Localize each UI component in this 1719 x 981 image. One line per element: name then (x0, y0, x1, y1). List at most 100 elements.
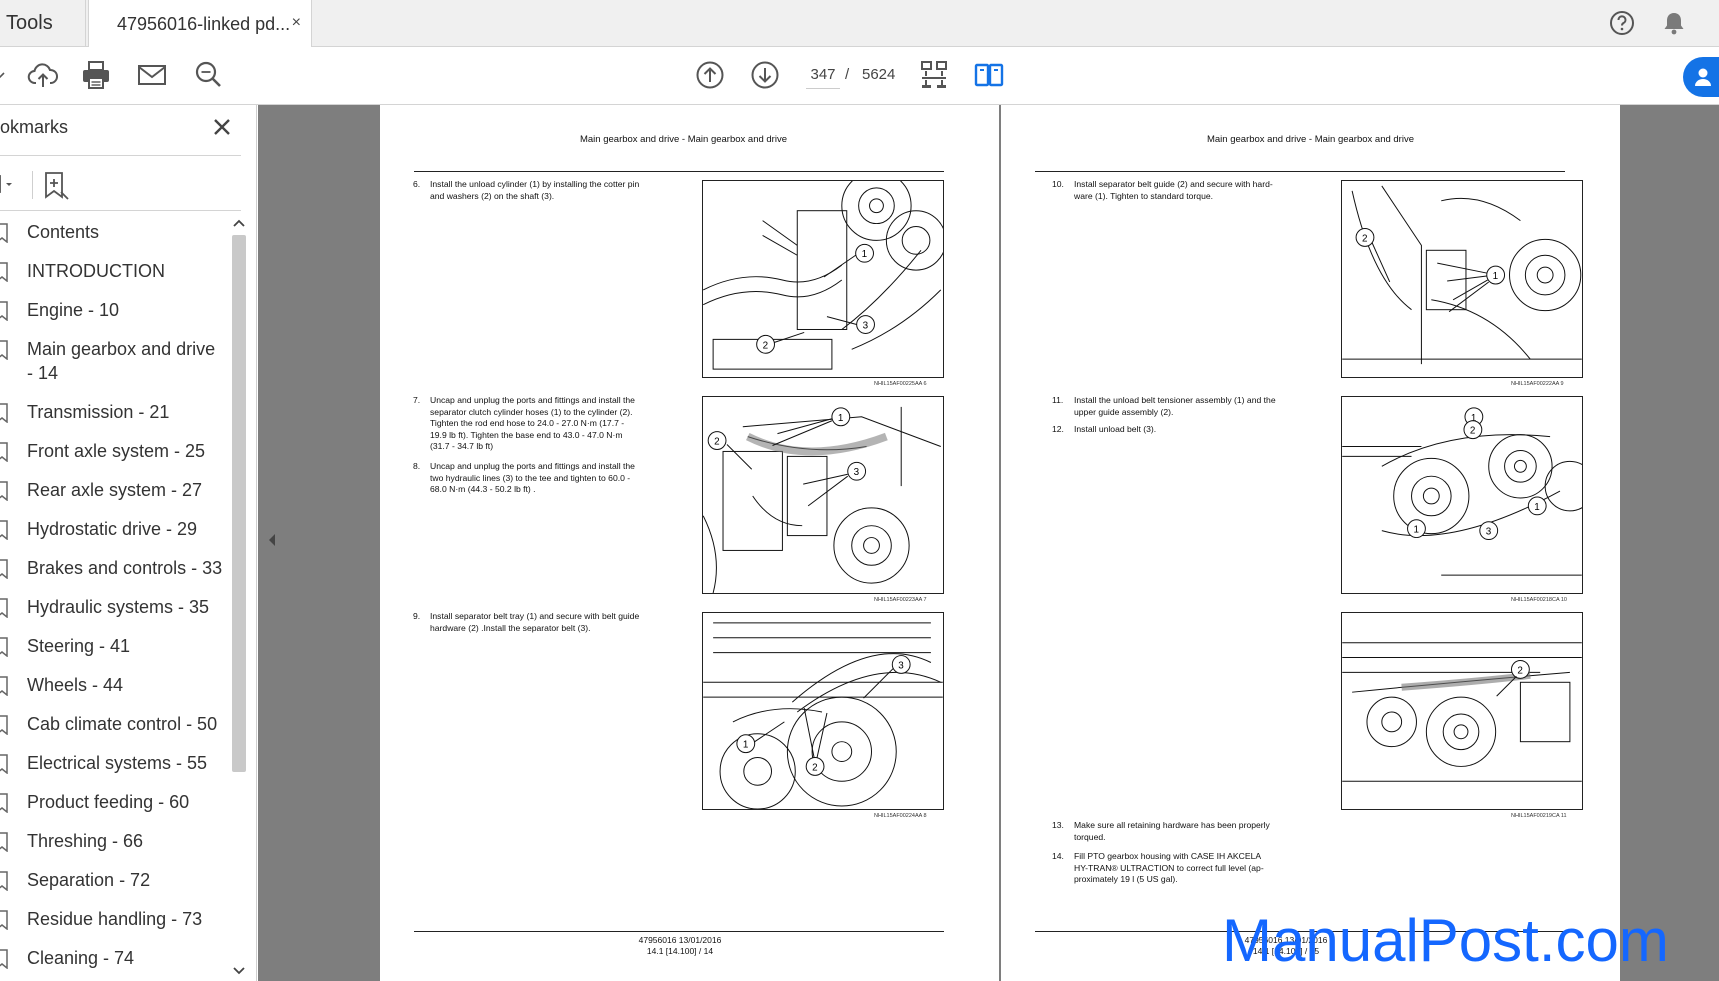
bookmark-label: Main gearbox and drive - 14 (27, 339, 216, 383)
bookmark-label: Cab climate control - 50 (27, 714, 218, 734)
bookmark-label: Brakes and controls - 33 (27, 558, 223, 578)
share-button[interactable] (1683, 57, 1719, 97)
tab-document[interactable]: 47956016-linked pd... × (88, 0, 312, 48)
chevron-down-icon[interactable] (0, 59, 6, 91)
bookmark-item[interactable]: Hydraulic systems - 35 (0, 592, 228, 631)
svg-text:2: 2 (763, 340, 769, 351)
step-line: Install separator belt tray (1) and secu… (430, 611, 640, 621)
figure-code: NHIL15AF00218CA 10 (1511, 597, 1567, 603)
next-page-icon[interactable] (749, 59, 781, 91)
tab-document-label: 47956016-linked pd... (117, 13, 291, 34)
print-icon[interactable] (80, 59, 112, 91)
bookmark-item[interactable]: Contents (0, 217, 228, 256)
bookmark-item[interactable]: Electrical systems - 55 (0, 748, 228, 787)
bookmark-item[interactable]: Cab climate control - 50 (0, 709, 228, 748)
bell-icon[interactable] (1660, 9, 1688, 37)
bookmark-label: Residue handling - 73 (27, 909, 203, 929)
bookmark-icon (0, 715, 8, 735)
tab-bar: Tools 47956016-linked pd... × (0, 0, 1719, 48)
bookmark-item[interactable]: Transmission - 21 (0, 397, 228, 436)
svg-text:2: 2 (1517, 665, 1523, 676)
svg-text:1: 1 (743, 740, 749, 751)
bookmark-item[interactable]: Engine - 10 (0, 295, 228, 334)
step-line: Uncap and unplug the ports and fittings … (430, 461, 635, 471)
svg-text:2: 2 (714, 437, 720, 448)
svg-text:2: 2 (1470, 426, 1476, 437)
bookmark-label: Transmission - 21 (27, 402, 170, 422)
step-line: torqued. (1074, 831, 1106, 842)
bookmark-icon (0, 403, 8, 423)
bookmark-item[interactable]: Steering - 41 (0, 631, 228, 670)
step-line: hardware (2) .Install the separator belt… (430, 622, 591, 633)
bookmark-item[interactable]: Rear axle system - 27 (0, 475, 228, 514)
zoom-search-icon[interactable] (192, 59, 224, 91)
bookmark-label: Front axle system - 25 (27, 441, 206, 461)
bookmark-item[interactable]: Hydrostatic drive - 29 (0, 514, 228, 553)
bookmark-item[interactable]: Threshing - 66 (0, 826, 228, 865)
scroll-down-icon[interactable] (232, 965, 246, 977)
toolbar: 347 / 5624 (0, 47, 1719, 105)
bookmark-icon (0, 676, 8, 696)
bookmark-label: INTRODUCTION (27, 261, 165, 281)
add-bookmark-icon[interactable] (42, 171, 70, 201)
bookmark-label: Electrical systems - 55 (27, 753, 208, 773)
previous-page-icon[interactable] (694, 59, 726, 91)
footer-doc-code: 47956016 13/01/2016 (638, 935, 722, 945)
bookmark-icon (0, 832, 8, 852)
step-number: 13. (1052, 820, 1064, 830)
bookmark-item[interactable]: INTRODUCTION (0, 256, 228, 295)
bookmark-item[interactable]: Front axle system - 25 (0, 436, 228, 475)
close-icon[interactable] (210, 115, 234, 139)
bookmark-icon (0, 949, 8, 969)
bookmark-item[interactable]: Cleaning - 74 (0, 943, 228, 981)
step-number: 14. (1052, 851, 1064, 861)
bookmark-label: Product feeding - 60 (27, 792, 190, 812)
step-line: separator clutch cylinder hoses (1) to t… (430, 406, 633, 417)
collapse-panel-icon[interactable] (263, 525, 281, 555)
scrollbar-thumb[interactable] (232, 235, 246, 772)
bookmark-icon (0, 340, 8, 360)
bookmark-icon (0, 910, 8, 930)
help-icon[interactable] (1608, 9, 1636, 37)
bookmark-label: Contents (27, 222, 100, 242)
step-line: two hydraulic lines (3) to the tee and t… (430, 472, 631, 483)
step-line: Install unload belt (3). (1074, 424, 1157, 434)
step-line: Uncap and unplug the ports and fittings … (430, 395, 635, 405)
options-dropdown-icon[interactable] (0, 173, 20, 197)
step-line: and washers (2) on the shaft (3). (430, 190, 555, 201)
bookmark-item[interactable]: Brakes and controls - 33 (0, 553, 228, 592)
bookmark-list: Contents INTRODUCTION Engine - 10 Main g… (0, 217, 228, 981)
pdf-page-right: Main gearbox and drive - Main gearbox an… (1001, 105, 1620, 981)
tab-close-icon[interactable]: × (292, 14, 301, 32)
bookmark-label: Wheels - 44 (27, 675, 124, 695)
toolbar-separator (32, 171, 33, 199)
step-number: 10. (1052, 179, 1064, 189)
technical-illustration: 1 3 2 (702, 180, 944, 378)
bookmark-label: Steering - 41 (27, 636, 131, 656)
divider (0, 210, 241, 211)
fit-page-icon[interactable] (918, 59, 950, 91)
bookmark-item[interactable]: Separation - 72 (0, 865, 228, 904)
svg-text:3: 3 (854, 467, 860, 478)
figure-code: NHIL15AF00222AA 9 (1511, 381, 1564, 387)
step-number: 7. (413, 395, 421, 405)
bookmark-item[interactable]: Main gearbox and drive - 14 (0, 334, 228, 397)
svg-text:1: 1 (1493, 271, 1499, 282)
bookmark-icon (0, 223, 8, 243)
bookmark-icon (0, 871, 8, 891)
email-icon[interactable] (136, 59, 168, 91)
step-line: upper guide assembly (2). (1074, 406, 1174, 417)
svg-text:1: 1 (1413, 525, 1419, 536)
two-page-view-icon[interactable] (973, 59, 1005, 91)
step-line: (31.7 - 34.7 lb ft) (430, 441, 494, 451)
scroll-up-icon[interactable] (232, 217, 246, 229)
bookmark-item[interactable]: Wheels - 44 (0, 670, 228, 709)
upload-cloud-icon[interactable] (27, 59, 59, 91)
bookmark-item[interactable]: Residue handling - 73 (0, 904, 228, 943)
tab-tools[interactable]: Tools (0, 0, 86, 47)
page-header: Main gearbox and drive - Main gearbox an… (1206, 134, 1414, 145)
page-number-input[interactable]: 347 (806, 61, 840, 89)
bookmark-item[interactable]: Product feeding - 60 (0, 787, 228, 826)
step-line: ware (1). Tighten to standard torque. (1074, 190, 1214, 201)
header-rule (1035, 171, 1565, 172)
